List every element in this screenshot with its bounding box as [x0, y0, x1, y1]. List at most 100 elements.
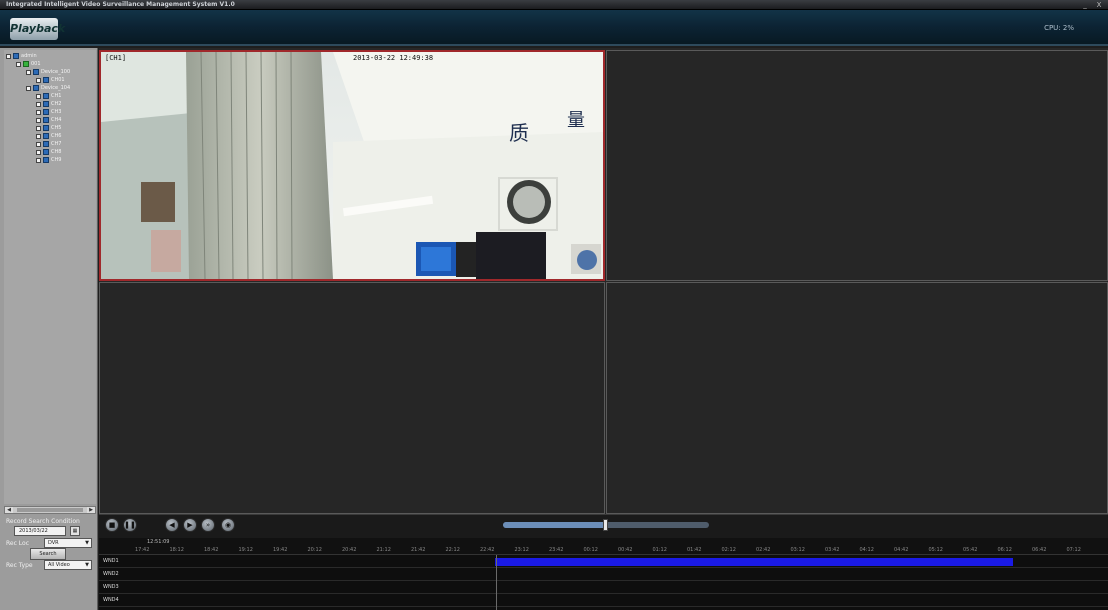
sidebar-scrollbar[interactable]: ◀ ▶	[4, 506, 96, 514]
tree-node-label: Device_104	[41, 85, 71, 91]
tree-checkbox[interactable]	[36, 109, 41, 115]
time-ruler: 12:51:09 17:42 18:12 18:42 19:12 19:42 20:12 2…	[99, 538, 1108, 555]
tree-checkbox[interactable]	[36, 157, 41, 163]
zoom-fill	[503, 522, 606, 528]
time-tick-label: 06:42	[1032, 547, 1047, 553]
tree-node-label: CH1	[51, 93, 62, 99]
minimize-button[interactable]: _	[1080, 0, 1090, 10]
video-pane-4[interactable]	[606, 282, 1108, 514]
video-pane-1[interactable]: 质 量 [CH1] 2013-03-22 12:49:38	[99, 50, 605, 281]
tree-node[interactable]: CH01	[36, 76, 65, 84]
timeline-row[interactable]: WND3	[99, 581, 1108, 594]
camera-icon	[43, 93, 49, 99]
app-header: Playback CPU: 2%	[0, 10, 1108, 46]
tree-node[interactable]: CH7	[36, 140, 61, 148]
record-search-label: Record Search Condition	[6, 518, 80, 525]
scroll-right-icon[interactable]: ▶	[87, 507, 95, 513]
timeline-cursor[interactable]	[496, 555, 497, 610]
video-pane-2[interactable]	[606, 50, 1108, 281]
timeline-row[interactable]: WND1	[99, 555, 1108, 568]
time-tick-label: 21:12	[376, 547, 391, 553]
date-field[interactable]: 2013/03/22	[14, 526, 66, 536]
tree-node[interactable]: Device_104	[26, 84, 70, 92]
device-icon	[33, 85, 39, 91]
channel-row-label: WND3	[103, 584, 119, 590]
time-tick-label: 20:42	[342, 547, 357, 553]
tree-checkbox[interactable]	[6, 53, 11, 59]
camera-icon	[43, 77, 49, 83]
time-tick-label: 17:42	[135, 547, 150, 553]
tree-checkbox[interactable]	[36, 117, 41, 123]
zoom-slider-thumb[interactable]	[603, 519, 608, 531]
video-pane-3[interactable]	[99, 282, 605, 514]
tree-checkbox[interactable]	[36, 93, 41, 99]
channel-row-label: WND2	[103, 571, 119, 577]
time-tick-label: 05:12	[928, 547, 943, 553]
tree-node[interactable]: CH9	[36, 156, 61, 164]
tree-node[interactable]: Device_100	[26, 68, 70, 76]
tree-node-label: CH7	[51, 141, 62, 147]
tree-node-label: CH4	[51, 117, 62, 123]
tree-node[interactable]: CH4	[36, 116, 61, 124]
calendar-icon[interactable]: ▦	[70, 526, 80, 536]
rec-type-select[interactable]: All Video ▼	[44, 560, 92, 570]
rec-loc-value: DVR	[48, 540, 59, 546]
tree-checkbox[interactable]	[36, 149, 41, 155]
record-timeline[interactable]: 12:51:09 17:42 18:12 18:42 19:12 19:42 20:12 2…	[99, 538, 1108, 610]
playback-logo: Playback	[10, 18, 65, 40]
tree-node[interactable]: CH6	[36, 132, 61, 140]
camera-icon	[43, 141, 49, 147]
device-icon	[33, 69, 39, 75]
tree-node-label: CH5	[51, 125, 62, 131]
tree-checkbox[interactable]	[36, 141, 41, 147]
timeline-row[interactable]: WND2	[99, 568, 1108, 581]
tree-node[interactable]: CH1	[36, 92, 61, 100]
camera-icon	[43, 109, 49, 115]
tree-node[interactable]: 001	[16, 60, 41, 68]
timeline-row[interactable]: WND4	[99, 594, 1108, 607]
pause-icon[interactable]: ❚❚	[123, 518, 137, 532]
rec-loc-select[interactable]: DVR ▼	[44, 538, 92, 548]
tree-checkbox[interactable]	[26, 69, 31, 75]
time-tick-label: 22:42	[480, 547, 495, 553]
fast-forward-icon[interactable]: »	[201, 518, 215, 532]
time-tick-label: 18:12	[169, 547, 184, 553]
time-tick-label: 03:42	[825, 547, 840, 553]
playback-controls: ■ ❚❚ ◀ ▶ » ◉	[99, 514, 1108, 538]
time-tick-label: 04:12	[859, 547, 874, 553]
capture-icon[interactable]: ◉	[221, 518, 235, 532]
tree-node[interactable]: CH8	[36, 148, 61, 156]
svg-text:质: 质	[509, 121, 529, 145]
tree-checkbox[interactable]	[36, 125, 41, 131]
time-tick-label: 01:42	[687, 547, 702, 553]
scroll-left-icon[interactable]: ◀	[5, 507, 13, 513]
time-tick-label: 23:12	[514, 547, 529, 553]
time-tick-label: 07:12	[1066, 547, 1081, 553]
time-tick-label: 00:12	[583, 547, 598, 553]
tree-node[interactable]: CH5	[36, 124, 61, 132]
device-tree[interactable]: admin 001 Device_100 CH01 Device_104 CH1 CH2 CH…	[4, 50, 96, 504]
slow-icon[interactable]: ◀	[165, 518, 179, 532]
tree-node[interactable]: CH3	[36, 108, 61, 116]
tree-node[interactable]: CH2	[36, 100, 61, 108]
tree-checkbox[interactable]	[36, 77, 41, 83]
scroll-thumb[interactable]	[17, 508, 83, 512]
tree-node-label: 001	[31, 61, 41, 67]
recording-segment[interactable]	[494, 558, 1014, 566]
search-button[interactable]: Search	[30, 548, 66, 560]
stop-icon[interactable]: ■	[105, 518, 119, 532]
tree-node-label: admin	[21, 53, 37, 59]
cpu-usage: CPU: 2%	[1044, 24, 1074, 32]
tree-node[interactable]: admin	[6, 52, 37, 60]
window-title: Integrated Intelligent Video Surveillanc…	[6, 1, 235, 8]
tree-checkbox[interactable]	[36, 101, 41, 107]
time-tick-label: 21:42	[411, 547, 426, 553]
time-tick-label: 19:42	[273, 547, 288, 553]
timeline-zoom-slider[interactable]	[503, 519, 709, 531]
play-icon[interactable]: ▶	[183, 518, 197, 532]
close-button[interactable]: X	[1094, 0, 1104, 10]
tree-checkbox[interactable]	[26, 85, 31, 91]
tree-checkbox[interactable]	[36, 133, 41, 139]
tree-checkbox[interactable]	[16, 61, 21, 67]
tree-node-label: CH01	[51, 77, 65, 83]
